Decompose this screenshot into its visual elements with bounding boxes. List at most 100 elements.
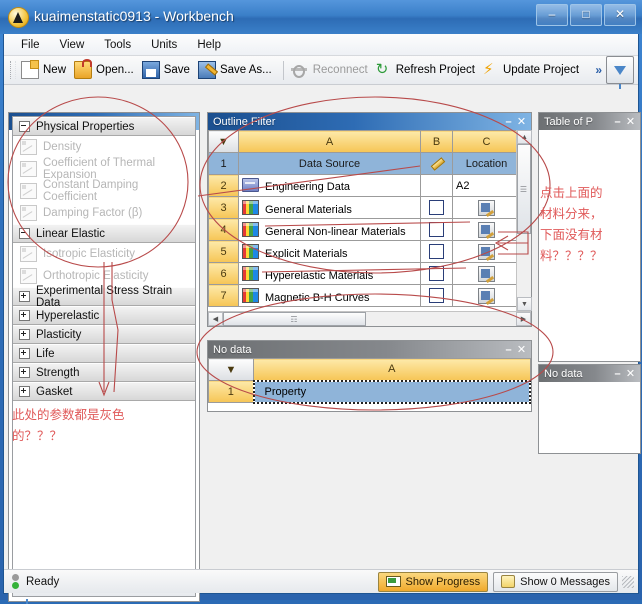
cell-location[interactable] xyxy=(452,196,521,219)
cell-data-source[interactable]: Explicit Materials xyxy=(238,240,421,263)
outline-close-button[interactable]: ✕ xyxy=(515,115,528,128)
collapse-icon[interactable] xyxy=(19,121,30,132)
toolbox-group-life[interactable]: Life xyxy=(13,344,195,363)
menu-item-units[interactable]: Units xyxy=(142,36,186,54)
properties-minimize-button[interactable]: – xyxy=(502,344,515,356)
table-close-button[interactable]: ✕ xyxy=(624,115,637,128)
cell-edit[interactable] xyxy=(420,240,453,263)
menu-item-tools[interactable]: Tools xyxy=(95,36,140,54)
checkbox[interactable] xyxy=(429,287,444,303)
scroll-thumb-horizontal[interactable]: ☶ xyxy=(223,312,366,326)
cell-location[interactable] xyxy=(452,240,521,263)
update-project-button[interactable]: ⚡ Update Project xyxy=(481,60,585,80)
checkbox[interactable] xyxy=(429,243,444,259)
show-progress-button[interactable]: Show Progress xyxy=(377,571,489,592)
toolbox-item-density[interactable]: Density xyxy=(13,136,195,158)
location-icon[interactable] xyxy=(478,265,495,282)
collapse-icon[interactable] xyxy=(19,228,30,239)
toolbar-grip[interactable] xyxy=(10,61,16,79)
toolbox-item-damping-factor-beta[interactable]: Damping Factor (β) xyxy=(13,202,195,224)
outline-vertical-scrollbar[interactable]: ▲ ☰ ▼ xyxy=(516,130,532,311)
checkbox[interactable] xyxy=(429,265,444,281)
table-row[interactable]: 2 Engineering Data A2 xyxy=(208,174,531,197)
column-header-c[interactable]: C xyxy=(452,130,521,153)
maximize-button[interactable]: □ xyxy=(570,4,602,26)
cell-data-source[interactable]: Magnetic B-H Curves xyxy=(238,284,421,307)
toolbox-item-coefficient-of-thermal-expansion[interactable]: Coefficient of Thermal Expansion xyxy=(13,157,195,181)
toolbar-overflow-button[interactable]: » xyxy=(595,63,606,77)
toolbox-group-physical-properties[interactable]: Physical Properties xyxy=(13,117,195,136)
grid-corner-button[interactable]: ▼ xyxy=(208,358,254,381)
cell-property[interactable]: Property xyxy=(252,379,531,404)
table-row[interactable]: 1 Data Source Location xyxy=(208,152,531,175)
menu-item-help[interactable]: Help xyxy=(188,36,230,54)
expand-icon[interactable] xyxy=(19,386,30,397)
toolbox-group-hyperelastic[interactable]: Hyperelastic xyxy=(13,306,195,325)
toolbox-group-plasticity[interactable]: Plasticity xyxy=(13,325,195,344)
filter-toggle-button[interactable] xyxy=(606,56,634,89)
scroll-down-arrow[interactable]: ▼ xyxy=(517,297,532,311)
close-button[interactable]: ✕ xyxy=(604,4,636,26)
grid-corner-button[interactable]: ▼ xyxy=(208,130,239,153)
cell-location[interactable] xyxy=(452,218,521,241)
minimize-button[interactable]: – xyxy=(536,4,568,26)
table-row[interactable]: 5 Explicit Materials xyxy=(208,240,531,263)
menu-item-view[interactable]: View xyxy=(51,36,94,54)
cell-data-source[interactable]: General Materials xyxy=(238,196,421,219)
cell-data-source[interactable]: Engineering Data xyxy=(238,174,421,197)
chart-minimize-button[interactable]: – xyxy=(611,368,624,380)
toolbox-group-experimental-stress-strain-data[interactable]: Experimental Stress Strain Data xyxy=(13,285,195,309)
new-button[interactable]: New xyxy=(19,59,72,81)
table-row[interactable]: 7 Magnetic B-H Curves xyxy=(208,284,531,307)
expand-icon[interactable] xyxy=(19,329,30,340)
toolbox-group-strength[interactable]: Strength xyxy=(13,363,195,382)
scroll-thumb-vertical[interactable]: ☰ xyxy=(517,144,531,234)
toolbox-group-linear-elastic[interactable]: Linear Elastic xyxy=(13,224,195,243)
scroll-up-arrow[interactable]: ▲ xyxy=(517,130,532,144)
expand-icon[interactable] xyxy=(19,367,30,378)
cell-data-source[interactable]: General Non-linear Materials xyxy=(238,218,421,241)
reconnect-button[interactable]: Reconnect xyxy=(289,60,374,80)
location-icon[interactable] xyxy=(478,199,495,216)
resize-grip[interactable] xyxy=(622,575,634,588)
column-header-a[interactable]: A xyxy=(238,130,421,153)
cell-edit[interactable] xyxy=(420,218,453,241)
cell-location[interactable] xyxy=(452,262,521,285)
table-row[interactable]: 4 General Non-linear Materials xyxy=(208,218,531,241)
table-minimize-button[interactable]: – xyxy=(611,116,624,128)
toolbox-group-gasket[interactable]: Gasket xyxy=(13,382,195,401)
table-row[interactable]: 3 General Materials xyxy=(208,196,531,219)
cell-location[interactable] xyxy=(452,284,521,307)
save-button[interactable]: Save xyxy=(140,59,196,81)
column-header-a[interactable]: A xyxy=(253,358,531,381)
toolbox-item-constant-damping-coefficient[interactable]: Constant Damping Coefficient xyxy=(13,179,195,203)
expand-icon[interactable] xyxy=(19,348,30,359)
save-as-button[interactable]: Save As... xyxy=(196,59,278,81)
cell-edit[interactable] xyxy=(420,196,453,219)
expand-icon[interactable] xyxy=(19,310,30,321)
checkbox[interactable] xyxy=(429,221,444,237)
outline-horizontal-scrollbar[interactable]: ◀ ☶ ▶ xyxy=(208,311,531,326)
expand-icon[interactable] xyxy=(19,291,30,302)
location-icon[interactable] xyxy=(478,221,495,238)
location-icon[interactable] xyxy=(478,287,495,304)
location-icon[interactable] xyxy=(478,243,495,260)
cell-edit[interactable] xyxy=(420,174,453,197)
outline-minimize-button[interactable]: – xyxy=(502,116,515,128)
chart-close-button[interactable]: ✕ xyxy=(624,367,637,380)
cell-edit[interactable] xyxy=(420,262,453,285)
open-button[interactable]: Open... xyxy=(72,59,140,81)
column-header-b[interactable]: B xyxy=(420,130,453,153)
refresh-project-button[interactable]: ↻ Refresh Project xyxy=(374,60,481,80)
scroll-left-arrow[interactable]: ◀ xyxy=(208,312,223,326)
menu-item-file[interactable]: File xyxy=(12,36,49,54)
cell-edit[interactable] xyxy=(420,284,453,307)
toolbox-item-isotropic-elasticity[interactable]: Isotropic Elasticity xyxy=(13,243,195,265)
show-messages-button[interactable]: Show 0 Messages xyxy=(493,571,618,592)
table-row[interactable]: 6 Hyperelastic Materials xyxy=(208,262,531,285)
cell-data-source[interactable]: Hyperelastic Materials xyxy=(238,262,421,285)
scroll-right-arrow[interactable]: ▶ xyxy=(516,312,531,326)
table-row[interactable]: 1 Property xyxy=(208,379,531,404)
properties-close-button[interactable]: ✕ xyxy=(515,343,528,356)
checkbox[interactable] xyxy=(429,199,444,215)
